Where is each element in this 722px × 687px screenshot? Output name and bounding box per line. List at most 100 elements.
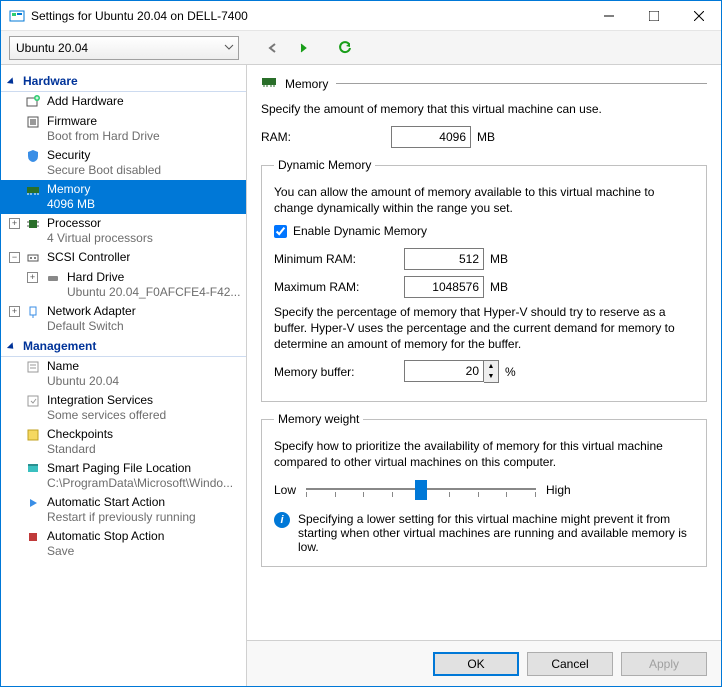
expand-toggle[interactable]: + <box>9 218 20 229</box>
dynamic-memory-desc: You can allow the amount of memory avail… <box>274 184 694 216</box>
sidebar-item-sub: Secure Boot disabled <box>47 163 161 178</box>
vm-selector-value: Ubuntu 20.04 <box>16 41 88 55</box>
buffer-label: Memory buffer: <box>274 365 404 379</box>
sidebar-item-label: Name <box>47 359 119 374</box>
spin-up-button[interactable]: ▲ <box>484 361 498 372</box>
paging-icon <box>25 461 41 477</box>
dynamic-memory-legend: Dynamic Memory <box>274 158 375 172</box>
maximize-button[interactable] <box>631 1 676 31</box>
sidebar-item-firmware[interactable]: FirmwareBoot from Hard Drive <box>1 112 246 146</box>
memory-icon <box>261 75 277 92</box>
autostart-icon <box>25 495 41 511</box>
settings-window: Settings for Ubuntu 20.04 on DELL-7400 U… <box>0 0 722 687</box>
enable-dynamic-checkbox[interactable]: Enable Dynamic Memory <box>274 224 694 238</box>
expand-toggle[interactable]: − <box>9 252 20 263</box>
titlebar: Settings for Ubuntu 20.04 on DELL-7400 <box>1 1 721 31</box>
expand-toggle[interactable]: + <box>27 272 38 283</box>
weight-slider[interactable] <box>306 478 536 502</box>
network-icon <box>25 304 41 320</box>
sidebar-item-sub: Save <box>47 544 164 559</box>
divider <box>336 83 707 84</box>
slider-thumb[interactable] <box>415 480 427 500</box>
hard-drive-icon <box>45 270 61 286</box>
sidebar-item-paging[interactable]: Smart Paging File LocationC:\ProgramData… <box>1 459 246 493</box>
prev-button[interactable] <box>261 36 285 60</box>
sidebar-item-label: Network Adapter <box>47 304 136 319</box>
sidebar-item-checkpoints[interactable]: CheckpointsStandard <box>1 425 246 459</box>
expand-toggle[interactable]: + <box>9 306 20 317</box>
buffer-unit: % <box>505 365 516 379</box>
close-button[interactable] <box>676 1 721 31</box>
checkpoints-icon <box>25 427 41 443</box>
sidebar-item-name[interactable]: NameUbuntu 20.04 <box>1 357 246 391</box>
memory-weight-group: Memory weight Specify how to prioritize … <box>261 412 707 567</box>
content-area: Memory Specify the amount of memory that… <box>247 65 721 686</box>
processor-icon <box>25 216 41 232</box>
sidebar-item-label: Integration Services <box>47 393 166 408</box>
sidebar-item-sub: 4096 MB <box>47 197 95 212</box>
minimize-button[interactable] <box>586 1 631 31</box>
chevron-down-icon <box>224 41 234 55</box>
sidebar-item-sub: 4 Virtual processors <box>47 231 153 246</box>
sidebar-item-network[interactable]: + Network AdapterDefault Switch <box>1 302 246 336</box>
max-ram-label: Maximum RAM: <box>274 280 404 294</box>
footer: OK Cancel Apply <box>247 640 721 686</box>
enable-dynamic-label: Enable Dynamic Memory <box>293 224 427 238</box>
sidebar-item-hard-drive[interactable]: + Hard DriveUbuntu 20.04_F0AFCFE4-F42... <box>1 268 246 302</box>
cancel-button[interactable]: Cancel <box>527 652 613 676</box>
sidebar-item-sub: Standard <box>47 442 113 457</box>
refresh-button[interactable] <box>333 36 357 60</box>
sidebar-item-autostart[interactable]: Automatic Start ActionRestart if previou… <box>1 493 246 527</box>
weight-low-label: Low <box>274 483 296 497</box>
buffer-desc: Specify the percentage of memory that Hy… <box>274 304 694 352</box>
memory-weight-legend: Memory weight <box>274 412 363 426</box>
sidebar-item-label: Checkpoints <box>47 427 113 442</box>
sidebar-item-sub: Default Switch <box>47 319 136 334</box>
max-ram-input[interactable] <box>404 276 484 298</box>
shield-icon <box>25 148 41 164</box>
hardware-section-header[interactable]: Hardware <box>1 71 246 92</box>
min-ram-unit: MB <box>490 252 508 266</box>
sidebar-item-label: Automatic Stop Action <box>47 529 164 544</box>
sidebar-item-integration[interactable]: Integration ServicesSome services offere… <box>1 391 246 425</box>
sidebar-item-memory[interactable]: Memory4096 MB <box>1 180 246 214</box>
next-button[interactable] <box>291 36 315 60</box>
ram-label: RAM: <box>261 130 391 144</box>
management-section-header[interactable]: Management <box>1 336 246 357</box>
sidebar-item-sub: Restart if previously running <box>47 510 196 525</box>
spin-down-button[interactable]: ▼ <box>484 372 498 383</box>
min-ram-input[interactable] <box>404 248 484 270</box>
toolbar: Ubuntu 20.04 <box>1 31 721 65</box>
sidebar-item-label: Hard Drive <box>67 270 240 285</box>
ok-button[interactable]: OK <box>433 652 519 676</box>
sidebar-item-sub: Boot from Hard Drive <box>47 129 160 144</box>
sidebar-item-label: Automatic Start Action <box>47 495 196 510</box>
sidebar-item-label: Memory <box>47 182 95 197</box>
controller-icon <box>25 250 41 266</box>
sidebar-item-scsi[interactable]: − SCSI Controller <box>1 248 246 268</box>
vm-selector[interactable]: Ubuntu 20.04 <box>9 36 239 60</box>
dynamic-memory-group: Dynamic Memory You can allow the amount … <box>261 158 707 402</box>
sidebar-item-security[interactable]: SecuritySecure Boot disabled <box>1 146 246 180</box>
firmware-icon <box>25 114 41 130</box>
window-title: Settings for Ubuntu 20.04 on DELL-7400 <box>31 9 586 23</box>
ram-input[interactable] <box>391 126 471 148</box>
sidebar-item-autostop[interactable]: Automatic Stop ActionSave <box>1 527 246 561</box>
sidebar-item-label: Add Hardware <box>47 94 124 109</box>
weight-info-text: Specifying a lower setting for this virt… <box>298 512 694 554</box>
max-ram-unit: MB <box>490 280 508 294</box>
panel-title: Memory <box>285 77 328 91</box>
min-ram-label: Minimum RAM: <box>274 252 404 266</box>
integration-icon <box>25 393 41 409</box>
sidebar-item-processor[interactable]: + Processor4 Virtual processors <box>1 214 246 248</box>
apply-button[interactable]: Apply <box>621 652 707 676</box>
sidebar-item-add-hardware[interactable]: Add Hardware <box>1 92 246 112</box>
info-icon: i <box>274 512 290 528</box>
sidebar-item-label: Smart Paging File Location <box>47 461 233 476</box>
app-icon <box>9 8 25 24</box>
sidebar-item-label: Security <box>47 148 161 163</box>
buffer-input[interactable] <box>404 360 484 382</box>
autostop-icon <box>25 529 41 545</box>
enable-dynamic-input[interactable] <box>274 225 287 238</box>
sidebar-item-sub: Ubuntu 20.04 <box>47 374 119 389</box>
